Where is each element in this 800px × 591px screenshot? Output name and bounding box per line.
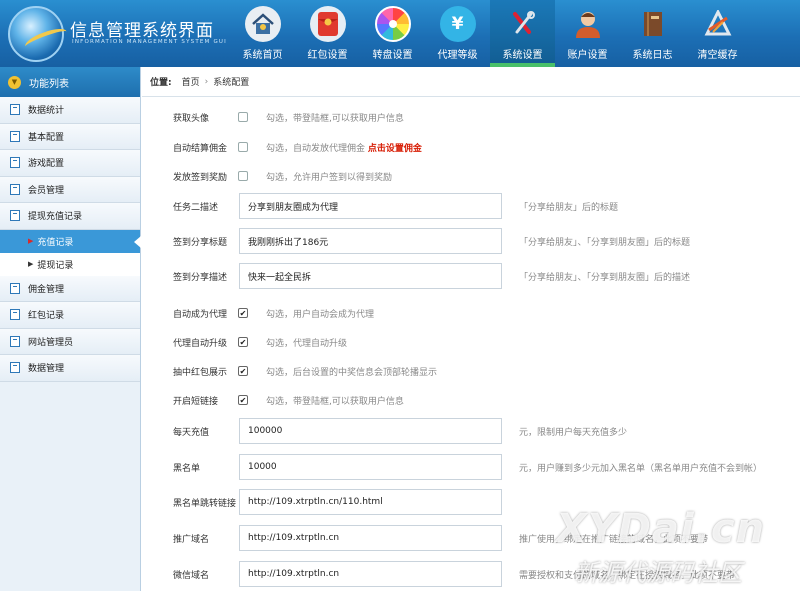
- chevron-right-icon: ▶: [28, 237, 34, 245]
- wheel-icon: [374, 6, 411, 42]
- nav-system-settings[interactable]: 系统设置: [490, 0, 555, 67]
- active-pointer-icon: [134, 235, 141, 248]
- sidebar-item-basic-config[interactable]: 基本配置: [0, 123, 140, 150]
- home-icon: [244, 6, 281, 42]
- sidebar-item-game-config[interactable]: 游戏配置: [0, 150, 140, 177]
- promo-domain-input[interactable]: http://109.xtrptln.cn: [239, 525, 502, 551]
- list-icon: [10, 210, 20, 222]
- sidebar-item-withdraw-recharge[interactable]: 提现充值记录: [0, 203, 140, 230]
- blacklist-input[interactable]: 10000: [239, 454, 502, 480]
- form-row-signin-share-desc: 签到分享描述 快来一起全民拆 「分享给朋友」、「分享到朋友圈」后的描述: [142, 263, 800, 289]
- sidebar-heading-label: 功能列表: [29, 78, 69, 90]
- form-row-get-avatar: 获取头像 勾选，带登陆框,可以获取用户信息: [173, 112, 404, 124]
- top-nav: 系统首页 红包设置 转盘设置 ¥ 代理等级 系统设置 账户设置 系统日志 清空缓…: [230, 0, 750, 67]
- chevron-right-icon: ▶: [28, 260, 34, 268]
- breadcrumb-separator: ›: [204, 76, 209, 87]
- user-icon: [570, 6, 606, 42]
- daily-recharge-input[interactable]: 100000: [239, 418, 502, 444]
- list-icon: [10, 157, 20, 169]
- breadcrumb-label: 位置:: [150, 78, 172, 88]
- form-row-auto-commission: 自动结算佣金 勾选，自动发放代理佣金 点击设置佣金: [173, 142, 422, 154]
- form-row-task2-desc: 任务二描述 分享到朋友圈成为代理 「分享给朋友」后的标题: [142, 193, 800, 219]
- blacklist-redirect-input[interactable]: http://109.xtrptln.cn/110.html: [239, 489, 502, 515]
- sidebar-sub-recharge-records[interactable]: ▶ 充值记录: [0, 229, 141, 253]
- nav-clear-cache[interactable]: 清空缓存: [685, 0, 750, 67]
- red-envelope-icon: [309, 6, 346, 42]
- nav-system-log[interactable]: 系统日志: [620, 0, 685, 67]
- form-row-blacklist: 黑名单 10000 元，用户赚到多少元加入黑名单（黑名单用户充值不会到帐）: [142, 454, 800, 480]
- show-red-envelope-checkbox[interactable]: ✔: [238, 366, 248, 376]
- form-row-signin-reward: 发放签到奖励 勾选，允许用户签到以得到奖励: [173, 171, 393, 183]
- app-title: 信息管理系统界面: [70, 21, 214, 41]
- sidebar-item-site-admin[interactable]: 网站管理员: [0, 328, 140, 355]
- sidebar-item-data-mgmt[interactable]: 数据管理: [0, 355, 140, 382]
- signin-share-desc-input[interactable]: 快来一起全民拆: [239, 263, 502, 289]
- sidebar-item-data-stats[interactable]: 数据统计: [0, 97, 140, 124]
- chevron-down-icon: ▼: [8, 75, 21, 89]
- sidebar-item-member-mgmt[interactable]: 会员管理: [0, 176, 140, 203]
- breadcrumb-current: 系统配置: [213, 78, 250, 88]
- get-avatar-checkbox[interactable]: [238, 112, 248, 122]
- form-row-show-red-envelope: 抽中红包展示 ✔ 勾选，后台设置的中奖信息会顶部轮播显示: [173, 366, 438, 378]
- list-icon: [10, 130, 20, 142]
- watermark-logo: XYDai.cn: [556, 506, 766, 552]
- sidebar-heading: ▼ 功能列表: [0, 67, 140, 97]
- list-icon: [10, 335, 20, 347]
- set-commission-link[interactable]: 点击设置佣金: [368, 144, 422, 154]
- form-row-agent-auto-upgrade: 代理自动升级 ✔ 勾选，代理自动升级: [173, 337, 348, 349]
- list-icon: [10, 309, 20, 321]
- form-row-auto-agent: 自动成为代理 ✔ 勾选，用户自动会成为代理: [173, 308, 375, 320]
- list-icon: [10, 183, 20, 195]
- form-row-daily-recharge: 每天充值 100000 元，限制用户每天充值多少: [142, 418, 800, 444]
- top-header: 信息管理系统界面 INFORMATION MANAGEMENT SYSTEM G…: [0, 0, 800, 67]
- nav-home[interactable]: 系统首页: [230, 0, 295, 67]
- sidebar-item-commission-mgmt[interactable]: 佣金管理: [0, 275, 140, 302]
- nav-wheel[interactable]: 转盘设置: [360, 0, 425, 67]
- app-subtitle: INFORMATION MANAGEMENT SYSTEM GUI: [72, 39, 227, 45]
- wechat-domain-input[interactable]: http://109.xtrptln.cn: [239, 561, 502, 587]
- short-link-checkbox[interactable]: ✔: [238, 395, 248, 405]
- auto-commission-checkbox[interactable]: [238, 142, 248, 152]
- sidebar-item-red-envelope-records[interactable]: 红包记录: [0, 302, 140, 329]
- task2-desc-input[interactable]: 分享到朋友圈成为代理: [239, 193, 502, 219]
- sidebar-sub-withdraw-records[interactable]: ▶ 提现记录: [0, 252, 140, 276]
- nav-red-envelope[interactable]: 红包设置: [295, 0, 360, 67]
- clear-cache-icon: [700, 6, 736, 42]
- breadcrumb-home-link[interactable]: 首页: [182, 75, 200, 88]
- globe-logo-icon: [8, 6, 70, 62]
- signin-reward-checkbox[interactable]: [238, 171, 248, 181]
- watermark-text: 新源代源码社区: [574, 559, 742, 587]
- form-row-signin-share-title: 签到分享标题 我刚刚拆出了186元 「分享给朋友」、「分享到朋友圈」后的标题: [142, 228, 800, 254]
- book-icon: [635, 6, 671, 42]
- agent-auto-upgrade-checkbox[interactable]: ✔: [238, 337, 248, 347]
- breadcrumb: 位置: 首页 › 系统配置: [142, 67, 800, 97]
- money-icon: ¥: [439, 6, 476, 42]
- tools-icon: [505, 6, 541, 42]
- list-icon: [10, 282, 20, 294]
- auto-agent-checkbox[interactable]: ✔: [238, 308, 248, 318]
- list-icon: [10, 104, 20, 116]
- signin-share-title-input[interactable]: 我刚刚拆出了186元: [239, 228, 502, 254]
- list-icon: [10, 362, 20, 374]
- nav-account-settings[interactable]: 账户设置: [555, 0, 620, 67]
- sidebar: ▼ 功能列表 数据统计 基本配置 游戏配置 会员管理 提现充值记录 ▶ 充值记录…: [0, 67, 141, 591]
- form-row-short-link: 开启短链接 ✔ 勾选，带登陆框,可以获取用户信息: [173, 395, 404, 407]
- nav-agent-level[interactable]: ¥ 代理等级: [425, 0, 490, 67]
